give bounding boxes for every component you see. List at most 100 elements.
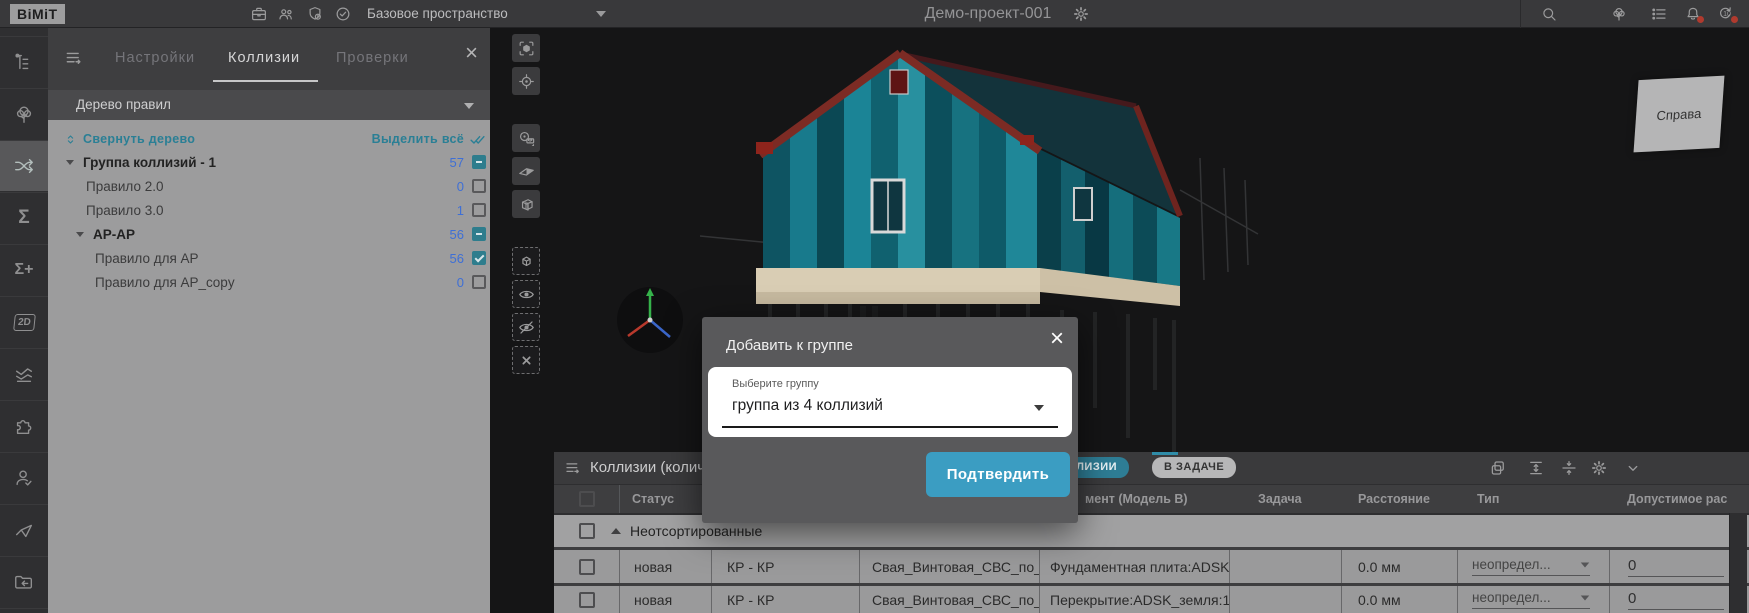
- collision-count: 56: [450, 227, 464, 242]
- tree-item-label: Правило для АР: [95, 251, 199, 266]
- check-circle-icon[interactable]: [334, 5, 352, 23]
- workspace-selector[interactable]: Базовое пространство: [367, 0, 508, 28]
- sidebar-item-2d[interactable]: 2D: [0, 296, 48, 347]
- sidebar-item-summary-add[interactable]: Σ+: [0, 244, 48, 295]
- sidebar-item-folder-import[interactable]: [0, 556, 48, 607]
- sidebar-item-user-check[interactable]: [0, 452, 48, 503]
- type-dropdown[interactable]: неопредел...: [1472, 557, 1590, 576]
- measure-button[interactable]: [512, 124, 540, 152]
- tab-settings[interactable]: Настройки: [115, 50, 195, 66]
- col-distance[interactable]: Расстояние: [1342, 485, 1458, 513]
- select-caret-icon[interactable]: [1034, 405, 1044, 411]
- tree-checkbox[interactable]: [472, 179, 486, 193]
- sigma-icon: Σ: [18, 207, 29, 229]
- sidebar-item-graphs[interactable]: [0, 348, 48, 399]
- tree-item[interactable]: Правило для АР 56: [48, 246, 490, 270]
- table-row[interactable]: новая КР - КР Свая_Винтовая_СВС_по_ТУ_ П…: [554, 583, 1749, 613]
- col-task[interactable]: Задача: [1230, 485, 1342, 513]
- list-icon[interactable]: [1650, 5, 1668, 23]
- tree-item[interactable]: АР-АР 56: [48, 222, 490, 246]
- view-cube-face[interactable]: Справа: [1634, 76, 1725, 153]
- select-underline: [722, 426, 1058, 428]
- tab-collisions[interactable]: Коллизии: [228, 50, 300, 66]
- group-select-value: группа из 4 коллизий: [732, 397, 883, 415]
- shield-history-icon[interactable]: [306, 5, 324, 23]
- collapse-tree-link[interactable]: Свернуть дерево: [83, 132, 195, 146]
- row-height-icon[interactable]: [1527, 459, 1545, 477]
- confirm-button[interactable]: Подтвердить: [926, 452, 1070, 497]
- panel-menu-icon[interactable]: [64, 48, 84, 68]
- caret-down-icon[interactable]: [66, 160, 74, 165]
- tree-item[interactable]: Правило 2.0 0: [48, 174, 490, 198]
- hide-selection-button[interactable]: [512, 313, 540, 341]
- tree-section-header[interactable]: Дерево правил: [48, 90, 490, 120]
- collision-count: 0: [457, 179, 464, 194]
- type-dropdown[interactable]: неопредел...: [1472, 590, 1590, 609]
- collapse-rows-icon[interactable]: [1560, 459, 1578, 477]
- cell-element-b: Фундаментная плита:ADSK_: [1040, 550, 1230, 583]
- col-allowed[interactable]: Допустимое рас: [1610, 485, 1749, 513]
- close-icon[interactable]: ×: [1050, 327, 1064, 351]
- table-settings-gear-icon[interactable]: [1590, 459, 1608, 477]
- allowed-distance-input[interactable]: 0: [1628, 590, 1724, 610]
- sidebar-item-plugins[interactable]: [0, 400, 48, 451]
- group-checkbox[interactable]: [579, 523, 595, 539]
- navigation-gizmo[interactable]: [610, 280, 690, 360]
- sidebar-item-collisions[interactable]: [0, 140, 48, 191]
- close-icon[interactable]: ×: [465, 42, 478, 64]
- tree-item-label: Правило 3.0: [86, 203, 164, 218]
- table-row[interactable]: новая КР - КР Свая_Винтовая_СВС_по_ТУ_ Ф…: [554, 547, 1749, 583]
- tree-checkbox[interactable]: [472, 275, 486, 289]
- group-select-field[interactable]: Выберите группу группа из 4 коллизий: [708, 367, 1072, 437]
- section-box-button[interactable]: [512, 190, 540, 218]
- sidebar-item-structure[interactable]: [0, 36, 48, 87]
- sidebar-item-user[interactable]: [0, 608, 48, 613]
- col-type[interactable]: Тип: [1458, 485, 1610, 513]
- chevron-down-icon[interactable]: [1624, 459, 1642, 477]
- model-tree-icon[interactable]: [1610, 5, 1628, 23]
- project-settings-gear-icon[interactable]: [1072, 5, 1090, 23]
- clear-selection-button[interactable]: [512, 346, 540, 374]
- left-sidebar: Σ Σ+ 2D: [0, 28, 48, 613]
- select-all-checkbox[interactable]: [579, 491, 595, 507]
- projects-icon[interactable]: [250, 5, 268, 23]
- locate-button[interactable]: [512, 67, 540, 95]
- search-icon[interactable]: [1540, 5, 1558, 23]
- tree-item[interactable]: Правило 3.0 1: [48, 198, 490, 222]
- duplicate-icon[interactable]: [1489, 459, 1507, 477]
- collision-count: 56: [450, 251, 464, 266]
- section-plane-button[interactable]: [512, 157, 540, 185]
- tree-checkbox[interactable]: [472, 227, 486, 241]
- table-menu-icon[interactable]: [564, 459, 582, 477]
- tab-indicator: [1152, 452, 1178, 455]
- tree-links-row: Свернуть дерево Выделить всё: [48, 128, 490, 150]
- tree-item[interactable]: Правило для АР_copy 0: [48, 270, 490, 294]
- tree-section-label: Дерево правил: [76, 97, 171, 112]
- row-checkbox[interactable]: [579, 592, 595, 608]
- tree-checkbox[interactable]: [472, 251, 486, 265]
- app-logo: BiMiT: [10, 4, 65, 24]
- select-elements-button[interactable]: [512, 247, 540, 275]
- collapse-group-icon[interactable]: [611, 528, 621, 534]
- sidebar-item-model-tree[interactable]: [0, 88, 48, 139]
- col-status[interactable]: Статус: [620, 485, 712, 513]
- workspace-caret-icon[interactable]: [596, 11, 606, 17]
- table-scrollbar[interactable]: [1729, 513, 1747, 613]
- caret-down-icon[interactable]: [76, 232, 84, 237]
- tree-checkbox[interactable]: [472, 203, 486, 217]
- zoom-fit-button[interactable]: [512, 34, 540, 62]
- select-all-link[interactable]: Выделить всё: [372, 132, 464, 146]
- row-checkbox[interactable]: [579, 559, 595, 575]
- tab-checks[interactable]: Проверки: [336, 50, 409, 66]
- show-selection-button[interactable]: [512, 280, 540, 308]
- team-icon[interactable]: [277, 5, 295, 23]
- allowed-distance-input[interactable]: 0: [1628, 557, 1724, 577]
- sidebar-item-trowel[interactable]: [0, 504, 48, 555]
- cell-pair: КР - КР: [712, 550, 860, 583]
- group-select-label: Выберите группу: [732, 378, 819, 390]
- sidebar-item-summary[interactable]: Σ: [0, 192, 48, 243]
- tree-item[interactable]: Группа коллизий - 1 57: [48, 150, 490, 174]
- reload-badge-dot: [1731, 16, 1738, 23]
- filter-in-task-button[interactable]: В ЗАДАЧЕ: [1152, 457, 1236, 478]
- tree-checkbox[interactable]: [472, 155, 486, 169]
